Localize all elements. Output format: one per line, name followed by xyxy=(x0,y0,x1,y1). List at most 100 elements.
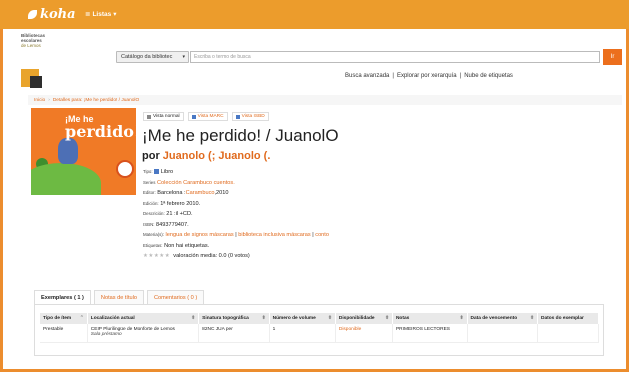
publisher-year: ,2010 xyxy=(214,190,229,196)
search-input[interactable]: Escriba o termo de busca xyxy=(190,51,600,63)
tag-cloud-link[interactable]: Nube de etiquetas xyxy=(464,73,513,79)
item-info-cell xyxy=(537,324,600,343)
hierarchy-browse-link[interactable]: Explorar por xerarquía xyxy=(397,73,457,79)
sort-icon: ⬍ xyxy=(191,316,196,321)
chevron-down-icon: ▾ xyxy=(113,11,117,18)
book-cover-image[interactable]: ¡Me he perdido! xyxy=(31,108,136,195)
breadcrumb-home[interactable]: Inicio xyxy=(34,98,45,103)
type-label: Tipo: xyxy=(143,169,153,174)
search-scope-select[interactable]: Catálogo da bibliotec ▾ xyxy=(116,51,189,63)
column-header[interactable]: Número de volume ⬍ xyxy=(269,313,336,324)
availability-cell: Disponible xyxy=(335,324,393,343)
sort-icon: ⬍ xyxy=(459,316,464,321)
publisher-place: Barcelona : xyxy=(157,190,186,196)
series-link[interactable]: Colección Carambuco cuentos. xyxy=(157,180,235,186)
book-icon xyxy=(235,114,240,119)
star-rating-icon[interactable]: ★★★★★ xyxy=(143,253,170,259)
koha-leaf-icon xyxy=(28,10,37,19)
isbd-view-label: Vista ISBD xyxy=(241,114,265,119)
advanced-search-link[interactable]: Busca avanzada xyxy=(345,73,389,79)
tab-normal-view[interactable]: Vista normal xyxy=(143,112,184,121)
search-placeholder: Escriba o termo de busca xyxy=(194,54,251,60)
description-label: Descrición: xyxy=(143,211,165,216)
sort-icon: ⬍ xyxy=(384,316,389,321)
author-link[interactable]: Juanolo xyxy=(218,150,260,162)
tab-marc-view[interactable]: Vista MARC xyxy=(187,112,228,121)
type-row: Tipo: Libro xyxy=(143,167,329,178)
cover-badge-shape xyxy=(116,160,134,178)
subject-separator: | xyxy=(235,232,237,238)
chevron-down-icon: ▾ xyxy=(182,54,185,60)
description-value: 21 :il +CD. xyxy=(166,211,193,217)
series-row: Series Colección Carambuco cuentos. xyxy=(143,178,329,189)
column-header[interactable]: Datos do exemplar xyxy=(537,313,600,324)
isbn-value: 8493779407. xyxy=(156,221,189,228)
column-header[interactable]: Localización actual ⬍ xyxy=(87,313,200,324)
subject-separator: | xyxy=(312,232,314,238)
author-punct: (; xyxy=(208,150,216,162)
publisher-row: Editor: Barcelona :Carambuco,2010 xyxy=(143,188,329,199)
cover-title-line2: perdido! xyxy=(65,122,136,141)
search-scope-value: Catálogo da bibliotec xyxy=(121,54,173,60)
subject-link[interactable]: lengua de signos máscaras xyxy=(166,232,234,238)
cover-hill-shape xyxy=(31,163,101,195)
breadcrumb: Inicio › Detalles para: ¡Me he perdido! … xyxy=(28,95,622,105)
edition-value: 1ª febrero 2010. xyxy=(160,200,201,207)
edition-label: Edición: xyxy=(143,200,159,206)
tab-isbd-view[interactable]: Vista ISBD xyxy=(231,112,269,121)
tab-holdings[interactable]: Exemplares ( 1 ) xyxy=(34,290,91,305)
koha-logo-text: koha xyxy=(40,7,76,22)
author-punct: (. xyxy=(263,150,271,162)
column-header[interactable]: Sinatura topográfica ⬍ xyxy=(198,313,270,324)
tags-value: Non hai etiquetas. xyxy=(164,242,210,249)
column-header[interactable]: Disponibilidade ⬍ xyxy=(335,313,393,324)
search-links-separator: | xyxy=(459,73,462,79)
koha-logo[interactable]: koha xyxy=(28,7,76,22)
search-links: Busca avanzada | Explorar por xerarquía … xyxy=(345,73,513,79)
marc-view-label: Vista MARC xyxy=(197,114,224,119)
call-number-cell: 82NC JUA per xyxy=(198,324,270,343)
list-icon xyxy=(191,114,196,119)
breadcrumb-current[interactable]: Detalles para: ¡Me he perdido! / JuanolO xyxy=(53,98,139,103)
record-fields: Tipo: Libro Series Colección Carambuco c… xyxy=(143,167,329,262)
book-icon xyxy=(154,169,160,175)
author-prefix: por xyxy=(142,150,160,162)
column-header[interactable]: Data de vencemento ⬍ xyxy=(467,313,538,324)
rating-row: ★★★★★ valoración media: 0.0 (0 votos) xyxy=(143,251,329,262)
library-logo-line3: de Lemos xyxy=(21,43,41,48)
rating-text: valoración media: 0.0 (0 votos) xyxy=(173,253,250,259)
due-date-cell xyxy=(467,324,538,343)
tags-row: Etiquetas: Non hai etiquetas. xyxy=(143,241,329,252)
lists-label: Listas xyxy=(92,10,112,18)
subject-link[interactable]: conto xyxy=(315,232,329,238)
description-row: Descrición: 21 :il +CD. xyxy=(143,209,329,220)
notes-cell: PRIMEIROS LECTORES xyxy=(392,324,468,343)
breadcrumb-separator: › xyxy=(48,97,50,103)
sublocation-name: Sala préstamo xyxy=(90,332,122,337)
publisher-label: Editor: xyxy=(143,190,156,195)
record-author-line: por Juanolo (; Juanolo (. xyxy=(142,150,270,162)
subjects-row: Materia(s): lengua de signos máscaras | … xyxy=(143,230,329,241)
lists-menu[interactable]: ≣ Listas ▾ xyxy=(85,10,117,19)
holdings-table: Tipo de ítem ⌃ Localización actual ⬍ Sin… xyxy=(40,313,600,343)
item-type-cell: Prestable xyxy=(40,324,88,343)
column-header[interactable]: Notas ⬍ xyxy=(392,313,468,324)
list-icon: ≣ xyxy=(85,11,91,18)
volume-cell: 1 xyxy=(269,324,336,343)
sort-icon: ⬍ xyxy=(327,316,332,321)
author-link[interactable]: Juanolo xyxy=(163,150,205,162)
tab-comments[interactable]: Comentarios ( 0 ) xyxy=(147,290,205,305)
table-row: Prestable CEIP Plurilingüe de Monforte d… xyxy=(40,324,600,343)
tab-title-notes[interactable]: Notas de título xyxy=(93,290,144,305)
search-links-separator: | xyxy=(392,73,394,79)
column-header[interactable]: Tipo de ítem ⌃ xyxy=(40,313,88,324)
library-logo[interactable]: Bibliotecas escolares de Lemos xyxy=(21,33,51,91)
sort-icon: ⬍ xyxy=(529,316,534,321)
type-value: Libro xyxy=(160,169,174,175)
subject-link[interactable]: biblioteca inclusiva máscaras xyxy=(238,232,310,238)
library-logo-shape-dark xyxy=(30,76,42,88)
edition-row: Edición: 1ª febrero 2010. xyxy=(143,199,329,210)
search-button[interactable]: Ir xyxy=(603,49,622,65)
publisher-link[interactable]: Carambuco xyxy=(186,190,215,196)
holdings-header-row: Tipo de ítem ⌃ Localización actual ⬍ Sin… xyxy=(40,313,600,324)
